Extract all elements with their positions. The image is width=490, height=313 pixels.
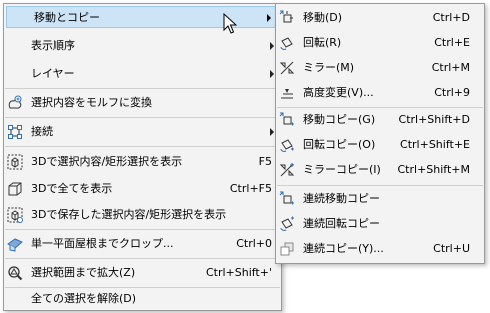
menu-item-layer[interactable]: レイヤー bbox=[4, 63, 281, 85]
menu-item-label: 移動(D) bbox=[303, 11, 343, 24]
menu-item-zoom-selection[interactable]: 選択範囲まで拡大(Z) Ctrl+Shift+' bbox=[4, 262, 281, 284]
submenu-move-and-copy: 移動(D) Ctrl+D 回転(R) Ctrl+E ミラー(M) Ctrl+M … bbox=[275, 3, 485, 264]
menu-item-shortcut: F5 bbox=[258, 155, 272, 168]
submenu-item-mirror[interactable]: ミラー(M) Ctrl+M bbox=[276, 57, 484, 79]
menu-item-shortcut: Ctrl+Shift+M bbox=[397, 163, 471, 176]
3d-selection-icon bbox=[7, 154, 23, 170]
submenu-arrow-icon bbox=[270, 42, 274, 50]
elevate-icon bbox=[279, 85, 295, 101]
submenu-item-elevate[interactable]: 高度変更(V)... Ctrl+9 bbox=[276, 82, 484, 104]
menu-item-convert-to-morph[interactable]: 選択内容をモルフに変換 bbox=[4, 92, 281, 114]
menu-item-shortcut: Ctrl+F5 bbox=[229, 182, 272, 195]
menu-item-label: 3Dで選択内容/矩形選択を表示 bbox=[31, 155, 183, 168]
mirror-copy-icon bbox=[279, 162, 295, 178]
menu-item-label: 接続 bbox=[31, 125, 53, 138]
menu-item-move-and-copy[interactable]: 移動とコピー bbox=[6, 6, 279, 28]
submenu-item-rotate[interactable]: 回転(R) Ctrl+E bbox=[276, 32, 484, 54]
submenu-item-move[interactable]: 移動(D) Ctrl+D bbox=[276, 7, 484, 29]
menu-item-label: 移動とコピー bbox=[34, 11, 100, 24]
menu-item-3d-all[interactable]: 3Dで全てを表示 Ctrl+F5 bbox=[4, 178, 281, 200]
menu-item-label: レイヤー bbox=[31, 67, 75, 80]
3d-all-icon bbox=[7, 181, 23, 197]
submenu-item-rotate-copy[interactable]: 回転コピー(O) Ctrl+Shift+E bbox=[276, 134, 484, 156]
menu-item-deselect-all[interactable]: 全ての選択を解除(D) bbox=[4, 288, 281, 310]
move-copy-icon bbox=[279, 112, 295, 128]
menu-item-label: 全ての選択を解除(D) bbox=[31, 292, 137, 305]
menu-item-3d-saved-selection[interactable]: 3Dで保存した選択内容/矩形選択を表示 bbox=[4, 204, 281, 226]
mouse-pointer-icon bbox=[223, 12, 238, 38]
continuous-rotate-copy-icon bbox=[279, 216, 295, 232]
menu-item-label: 選択範囲まで拡大(Z) bbox=[31, 266, 136, 279]
menu-separator bbox=[5, 146, 280, 147]
morph-convert-icon bbox=[7, 95, 23, 111]
submenu-arrow-icon bbox=[270, 128, 274, 136]
connect-icon bbox=[7, 124, 23, 140]
rotate-icon bbox=[279, 35, 295, 51]
menu-item-label: 連続回転コピー bbox=[303, 217, 380, 230]
menu-separator bbox=[5, 258, 280, 259]
zoom-selection-icon bbox=[7, 265, 23, 281]
menu-item-label: 高度変更(V)... bbox=[303, 86, 374, 99]
menu-item-shortcut: Ctrl+D bbox=[432, 11, 470, 24]
menu-item-label: ミラー(M) bbox=[303, 61, 355, 74]
menu-item-label: 回転(R) bbox=[303, 36, 342, 49]
menu-item-label: 連続移動コピー bbox=[303, 192, 380, 205]
submenu-arrow-icon bbox=[267, 14, 271, 22]
menu-separator bbox=[277, 185, 483, 186]
menu-item-shortcut: Ctrl+Shift+' bbox=[205, 266, 272, 279]
multiply-copy-icon bbox=[279, 241, 295, 257]
menu-separator bbox=[5, 117, 280, 118]
crop-roof-icon bbox=[7, 236, 23, 252]
menu-item-3d-selection[interactable]: 3Dで選択内容/矩形選択を表示 F5 bbox=[4, 151, 281, 173]
menu-item-shortcut: Ctrl+U bbox=[433, 242, 470, 255]
submenu-item-continuous-move-copy[interactable]: 連続移動コピー bbox=[276, 188, 484, 210]
menu-item-shortcut: Ctrl+0 bbox=[236, 237, 272, 250]
submenu-item-multiply-copy[interactable]: 連続コピー(Y)... Ctrl+U bbox=[276, 238, 484, 260]
mirror-icon bbox=[279, 60, 295, 76]
menu-item-label: 3Dで全てを表示 bbox=[31, 182, 113, 195]
menu-item-label: 連続コピー(Y)... bbox=[303, 242, 384, 255]
menu-item-label: 表示順序 bbox=[31, 39, 75, 52]
menu-item-connect[interactable]: 接続 bbox=[4, 121, 281, 143]
menu-separator bbox=[5, 229, 280, 230]
menu-item-shortcut: Ctrl+9 bbox=[434, 86, 470, 99]
submenu-arrow-icon bbox=[270, 70, 274, 78]
menu-item-crop-roof[interactable]: 単一平面屋根までクロップ... Ctrl+0 bbox=[4, 233, 281, 255]
context-menu: 移動とコピー 表示順序 レイヤー 選択内容をモルフに変換 接続 3Dで選択内容/… bbox=[3, 3, 282, 311]
menu-item-label: 単一平面屋根までクロップ... bbox=[31, 237, 174, 250]
menu-item-label: 3Dで保存した選択内容/矩形選択を表示 bbox=[31, 208, 227, 221]
menu-item-label: 回転コピー(O) bbox=[303, 138, 376, 151]
continuous-move-copy-icon bbox=[279, 191, 295, 207]
menu-item-label: 選択内容をモルフに変換 bbox=[31, 96, 152, 109]
3d-saved-selection-icon bbox=[7, 207, 23, 223]
menu-separator bbox=[5, 88, 280, 89]
move-icon bbox=[279, 10, 295, 26]
submenu-item-move-copy[interactable]: 移動コピー(G) Ctrl+Shift+D bbox=[276, 109, 484, 131]
menu-item-label: 移動コピー(G) bbox=[303, 113, 376, 126]
menu-item-shortcut: Ctrl+M bbox=[431, 61, 470, 74]
menu-item-shortcut: Ctrl+E bbox=[434, 36, 470, 49]
submenu-item-continuous-rotate-copy[interactable]: 連続回転コピー bbox=[276, 213, 484, 235]
submenu-item-mirror-copy[interactable]: ミラーコピー(I) Ctrl+Shift+M bbox=[276, 159, 484, 181]
rotate-copy-icon bbox=[279, 137, 295, 153]
menu-item-shortcut: Ctrl+Shift+E bbox=[400, 138, 470, 151]
menu-item-shortcut: Ctrl+Shift+D bbox=[398, 113, 470, 126]
menu-item-label: ミラーコピー(I) bbox=[303, 163, 381, 176]
menu-item-display-order[interactable]: 表示順序 bbox=[4, 35, 281, 57]
menu-separator bbox=[277, 107, 483, 108]
